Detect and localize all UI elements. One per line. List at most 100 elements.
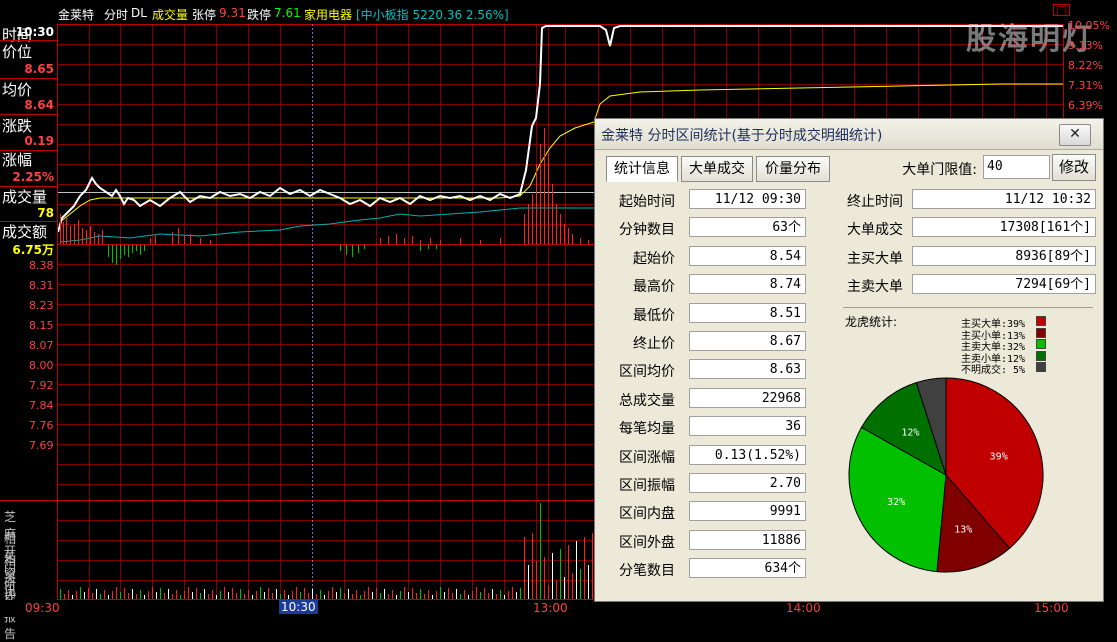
stock-name[interactable]: 金莱特	[58, 6, 94, 23]
limit-up-value: 9.31	[219, 6, 246, 20]
limit-down-label: 跌停	[247, 8, 272, 22]
stat-value: 0.13(1.52%)	[689, 444, 806, 465]
volume-value: 78	[37, 206, 54, 220]
dialog-titlebar[interactable]: 金莱特 分时区间统计(基于分时成交明细统计) ✕	[595, 119, 1103, 150]
y-tick: 7.69	[29, 439, 54, 452]
stat-value: 11/12 09:30	[689, 189, 806, 209]
y-tick: 8.00	[29, 359, 54, 372]
limit-down-value: 7.61	[274, 6, 301, 20]
y-tick: 8.15	[29, 319, 54, 332]
pie-legend-swatch	[1036, 316, 1046, 326]
tab-price-volume[interactable]: 价量分布	[756, 156, 830, 182]
pct-value: 2.25%	[12, 170, 54, 184]
time-cursor-label: 10:30	[279, 600, 318, 614]
pie-title: 龙虎统计:	[845, 315, 898, 329]
threshold-label: 大单门限值:	[902, 162, 977, 178]
stat-label: 区间均价	[619, 364, 675, 381]
stat-value: 9991	[689, 501, 806, 522]
stat-label: 总成交量	[619, 392, 675, 409]
price-label: 价位	[2, 43, 33, 61]
pct-label: 涨幅	[2, 151, 33, 169]
y-tick: 8.38	[29, 259, 54, 272]
dragon-tiger-pie: 39% 13% 32% 12%	[848, 377, 1044, 573]
pie-legend-swatch	[1036, 362, 1046, 372]
stat-label: 起始价	[633, 250, 675, 267]
stat-value: 8.74	[689, 274, 806, 295]
dl-label: DL	[131, 6, 147, 20]
y-tick: 8.23	[29, 299, 54, 312]
stat-label: 区间振幅	[619, 478, 675, 494]
stat-label: 分笔数目	[619, 563, 675, 580]
sector-link[interactable]: 家用电器	[304, 6, 352, 23]
stat-label: 起始时间	[619, 194, 675, 210]
close-icon[interactable]: ✕	[1059, 124, 1091, 146]
stat-label: 终止价	[633, 336, 675, 352]
stat-value: 2.70	[689, 473, 806, 493]
pct-tick: 9.13%	[1068, 39, 1103, 52]
stat-label: 区间内盘	[619, 506, 675, 523]
pct-tick: 6.39%	[1068, 99, 1103, 112]
index-quote[interactable]: [中小板指 5220.36 2.56%]	[356, 6, 509, 23]
stat-value: 63个	[689, 217, 806, 238]
avg-label: 均价	[2, 81, 33, 99]
time-tick: 09:30	[25, 601, 60, 615]
amount-value: 6.75万	[12, 243, 54, 257]
threshold-input[interactable]: 40	[983, 155, 1050, 179]
time-axis: 09:30 10:30 13:00 14:00 15:00	[0, 600, 1117, 617]
y-tick: 7.92	[29, 379, 54, 392]
quote-info-panel: 时间 10:30 价位 8.65 均价 8.64 涨跌 0.19 涨幅 2.25…	[0, 24, 58, 258]
stat-label: 终止时间	[847, 194, 903, 210]
stat-value: 11/12 10:32	[912, 189, 1096, 209]
stat-label: 主买大单	[847, 250, 903, 267]
stat-value: 8.51	[689, 302, 806, 323]
y-tick: 7.76	[29, 419, 54, 432]
avg-value: 8.64	[24, 98, 54, 112]
stat-label: 最低价	[633, 307, 675, 324]
pie-slice-label: 12%	[901, 427, 919, 438]
stat-label: 分钟数目	[619, 222, 675, 239]
time-value: 10:30	[15, 25, 54, 39]
stat-value: 7294[69个]	[912, 274, 1096, 295]
tab-stats[interactable]: 统计信息	[606, 156, 678, 182]
pie-slice-label: 13%	[954, 525, 972, 536]
change-label: 涨跌	[2, 117, 33, 135]
y-tick: 7.84	[29, 399, 54, 412]
stat-label: 主卖大单	[847, 279, 903, 296]
stat-label: 大单成交	[847, 222, 903, 239]
indicator-label[interactable]: 成交量	[152, 6, 188, 23]
stat-label: 每笔均量	[619, 421, 675, 438]
pie-legend-swatch	[1036, 339, 1046, 349]
modify-button[interactable]: 修改	[1052, 154, 1096, 181]
stat-value: 36	[689, 416, 806, 437]
price-value: 8.65	[24, 62, 54, 76]
pct-tick: 8.22%	[1068, 59, 1103, 72]
stat-value: 8.63	[689, 359, 806, 380]
stat-value: 8.54	[689, 245, 806, 266]
stat-value: 17308[161个]	[912, 217, 1096, 238]
dialog-title: 金莱特 分时区间统计(基于分时成交明细统计)	[601, 128, 883, 144]
change-value: 0.19	[24, 134, 54, 148]
stat-value: 11886	[689, 529, 806, 550]
time-tick: 14:00	[786, 601, 821, 615]
chart-mode[interactable]: 分时	[104, 6, 128, 23]
pie-legend-swatch	[1036, 350, 1046, 361]
volume-label: 成交量	[2, 188, 48, 206]
stat-label: 区间外盘	[619, 534, 675, 551]
stat-value: 8.67	[689, 331, 806, 351]
stat-value: 634个	[689, 558, 806, 579]
pct-tick: 7.31%	[1068, 79, 1103, 92]
stat-value: 22968	[689, 387, 806, 408]
time-tick: 13:00	[533, 601, 568, 615]
stat-value: 8936[89个]	[912, 245, 1096, 266]
pie-slice-label: 39%	[990, 451, 1008, 462]
y-tick: 8.31	[29, 279, 54, 292]
stat-label: 区间涨幅	[619, 449, 675, 466]
time-tick: 15:00	[1034, 601, 1069, 615]
pie-legend-swatch	[1036, 327, 1046, 338]
tab-big-orders[interactable]: 大单成交	[681, 156, 753, 182]
pct-tick: 10.05%	[1068, 19, 1110, 32]
amount-label: 成交额	[2, 223, 48, 241]
y-tick: 8.07	[29, 339, 54, 352]
limit-up-label: 张停	[192, 8, 217, 22]
chart-header: 金莱特 分时 DL 成交量 张停 9.31 跌停 7.61 家用电器 [中小板指…	[0, 0, 1117, 24]
